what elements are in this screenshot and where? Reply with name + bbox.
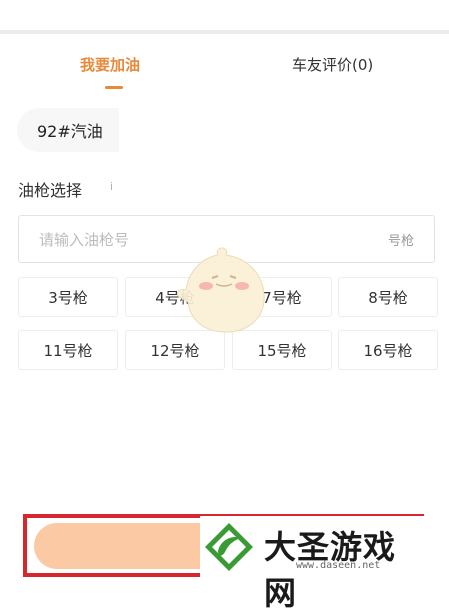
- nozzle-button-12[interactable]: 12号枪: [125, 330, 225, 370]
- site-watermark: 大圣游戏网 www.daseen.net: [200, 516, 428, 612]
- site-logo-icon: [205, 523, 253, 571]
- tab-active-indicator: [105, 86, 123, 89]
- top-divider: [0, 30, 449, 34]
- tab-reviews[interactable]: 车友评价(0): [292, 54, 373, 75]
- nozzle-button-15[interactable]: 15号枪: [232, 330, 332, 370]
- info-icon[interactable]: i: [110, 180, 113, 193]
- nozzle-input-unit: 号枪: [387, 233, 414, 249]
- top-strip: [0, 0, 449, 34]
- watermark-url: www.daseen.net: [296, 560, 381, 571]
- fuel-type-chip[interactable]: 92#汽油: [17, 108, 119, 152]
- nozzle-button-16[interactable]: 16号枪: [338, 330, 438, 370]
- nozzle-button-3[interactable]: 3号枪: [18, 277, 118, 317]
- nozzle-button-8[interactable]: 8号枪: [338, 277, 438, 317]
- nozzle-button-11[interactable]: 11号枪: [18, 330, 118, 370]
- nozzle-input-placeholder: 请输入油枪号: [39, 230, 130, 249]
- mascot-watermark-icon: [177, 247, 265, 333]
- fuel-type-label: 92#汽油: [37, 122, 103, 141]
- nozzle-section-title: 油枪选择: [18, 181, 83, 200]
- tab-refuel[interactable]: 我要加油: [80, 54, 140, 75]
